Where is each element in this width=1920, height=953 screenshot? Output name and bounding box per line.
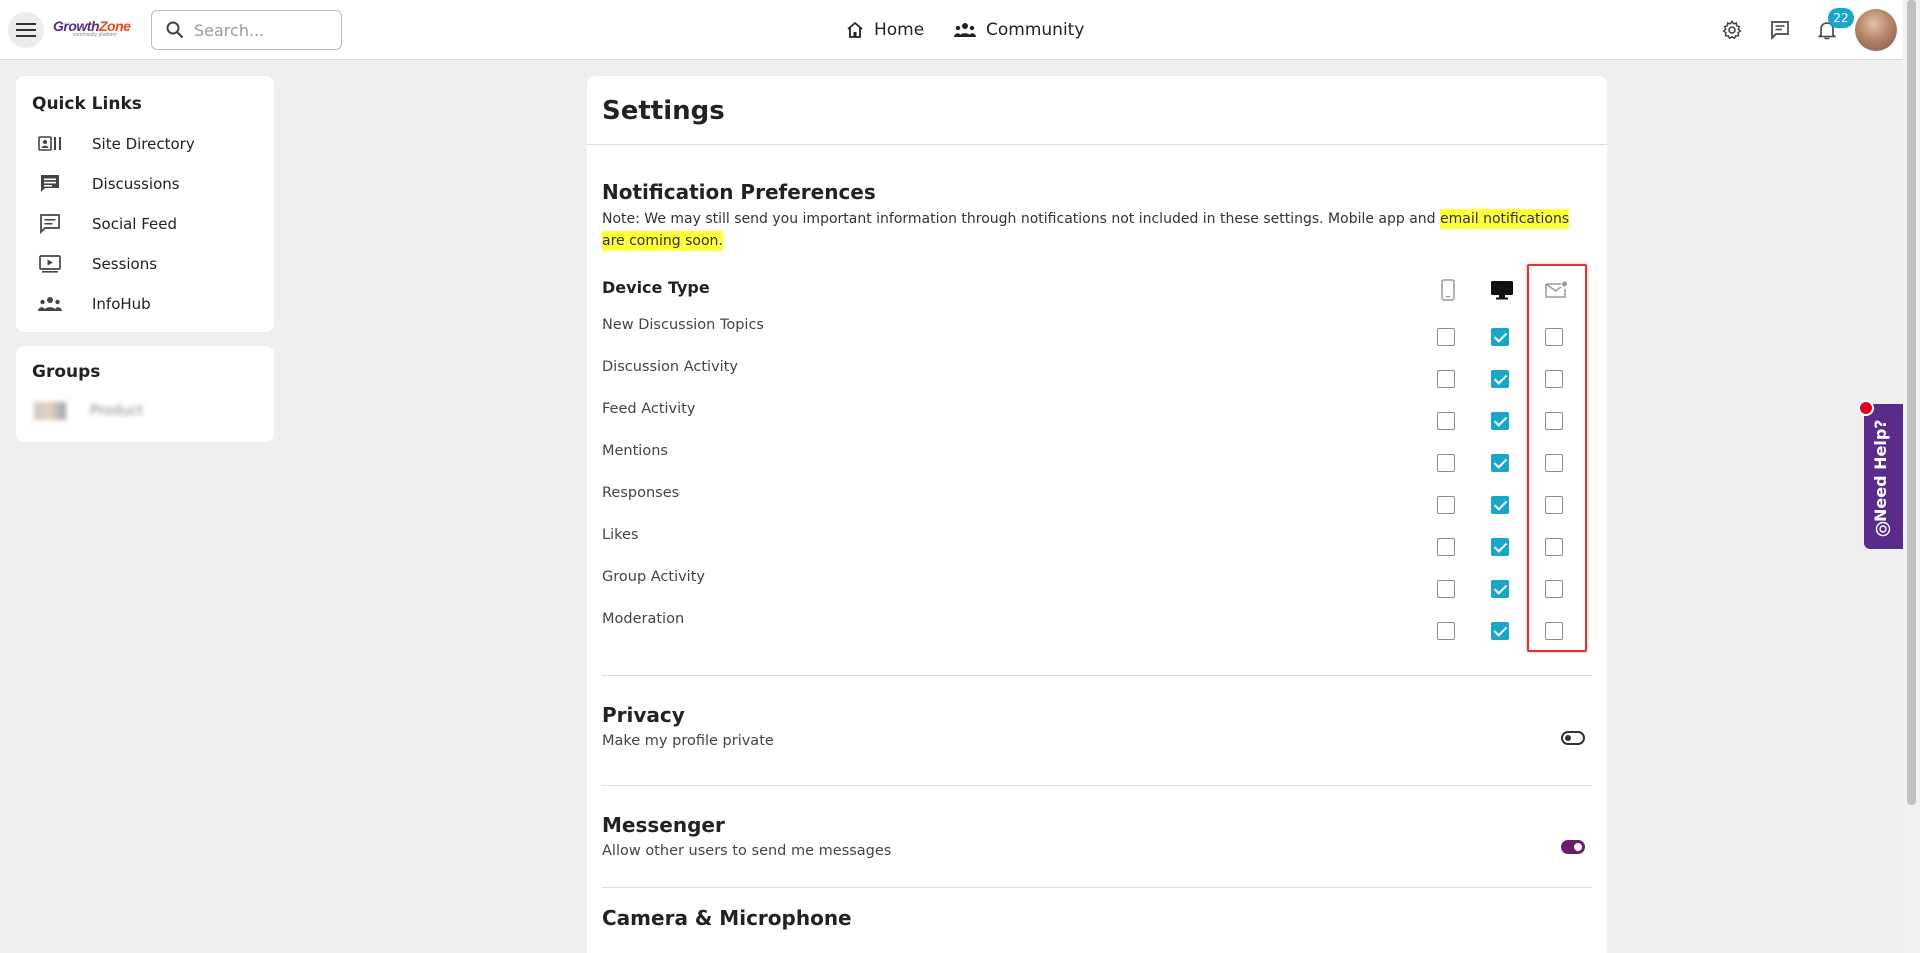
mobile-icon <box>1435 277 1461 303</box>
mobile-checkbox[interactable] <box>1437 538 1455 556</box>
nav-community[interactable]: Community <box>954 0 1084 60</box>
quick-links-card: Quick Links Site Directory Discussions S… <box>16 76 274 332</box>
groups-title: Groups <box>32 362 101 382</box>
top-bar: GrowthZone community platform Home Commu… <box>0 0 1903 60</box>
search-input[interactable] <box>194 20 324 40</box>
messenger-title: Messenger <box>602 813 725 837</box>
quick-link-sessions[interactable]: Sessions <box>38 246 258 282</box>
section-divider <box>602 785 1592 786</box>
support-icon <box>1875 521 1891 537</box>
desktop-checkbox[interactable] <box>1491 370 1509 388</box>
messages-button[interactable] <box>1766 16 1794 44</box>
desktop-checkbox[interactable] <box>1491 328 1509 346</box>
discussions-icon <box>38 172 62 196</box>
title-divider <box>587 144 1607 145</box>
desktop-checkbox[interactable] <box>1491 454 1509 472</box>
menu-button[interactable] <box>8 12 44 48</box>
need-help-label: Need Help? <box>1871 419 1890 522</box>
quick-link-label: Site Directory <box>92 135 195 153</box>
privacy-title: Privacy <box>602 703 685 727</box>
section-divider <box>602 675 1592 676</box>
notification-row-label: New Discussion Topics <box>602 317 764 333</box>
gear-icon <box>1722 20 1742 40</box>
messenger-description: Allow other users to send me messages <box>602 843 892 859</box>
quick-link-label: InfoHub <box>92 295 151 313</box>
quick-link-label: Discussions <box>92 175 180 193</box>
page-scrollbar-thumb[interactable] <box>1907 0 1916 805</box>
community-icon <box>954 23 976 37</box>
group-thumbnail <box>34 402 66 420</box>
nav-community-label: Community <box>986 20 1085 40</box>
notification-row-label: Likes <box>602 527 639 543</box>
settings-panel: Settings Notification Preferences Note: … <box>587 76 1607 953</box>
mobile-checkbox[interactable] <box>1437 370 1455 388</box>
quick-link-discussions[interactable]: Discussions <box>38 166 258 202</box>
social-feed-icon <box>38 212 62 236</box>
hamburger-icon <box>16 23 36 37</box>
note-text: Note: We may still send you important in… <box>602 211 1441 227</box>
desktop-checkbox[interactable] <box>1491 412 1509 430</box>
group-label: Product <box>90 403 144 419</box>
notification-count-badge: 22 <box>1828 8 1854 28</box>
mobile-checkbox[interactable] <box>1437 622 1455 640</box>
settings-button[interactable] <box>1718 16 1746 44</box>
quick-link-label: Social Feed <box>92 215 178 233</box>
mobile-checkbox[interactable] <box>1437 412 1455 430</box>
quick-link-social-feed[interactable]: Social Feed <box>38 206 258 242</box>
directory-icon <box>38 132 62 156</box>
group-item[interactable]: Product <box>34 402 143 420</box>
mobile-checkbox[interactable] <box>1437 580 1455 598</box>
notification-row-label: Responses <box>602 485 680 501</box>
mobile-checkbox[interactable] <box>1437 496 1455 514</box>
growthzone-logo[interactable]: GrowthZone community platform <box>53 18 133 42</box>
mobile-checkbox[interactable] <box>1437 454 1455 472</box>
desktop-checkbox[interactable] <box>1491 580 1509 598</box>
device-type-label: Device Type <box>602 278 710 297</box>
page-title: Settings <box>602 96 725 126</box>
privacy-description: Make my profile private <box>602 733 774 749</box>
infohub-icon <box>38 292 62 316</box>
sessions-icon <box>38 252 62 276</box>
home-icon <box>847 21 863 38</box>
quick-link-label: Sessions <box>92 255 158 273</box>
user-avatar[interactable] <box>1855 9 1897 51</box>
section-divider <box>602 887 1592 888</box>
search-box[interactable] <box>151 10 342 50</box>
need-help-widget[interactable]: Need Help? <box>1858 400 1903 549</box>
mobile-checkbox[interactable] <box>1437 328 1455 346</box>
groups-card: Groups Product <box>16 346 274 442</box>
email-column-highlight <box>1527 264 1587 652</box>
notification-row-label: Feed Activity <box>602 401 696 417</box>
notification-row-label: Discussion Activity <box>602 359 738 375</box>
quick-link-infohub[interactable]: InfoHub <box>38 286 258 322</box>
desktop-checkbox[interactable] <box>1491 538 1509 556</box>
search-icon <box>166 21 184 39</box>
alert-dot <box>1858 400 1874 416</box>
camera-microphone-title: Camera & Microphone <box>602 906 852 930</box>
privacy-toggle[interactable] <box>1561 731 1585 745</box>
nav-home[interactable]: Home <box>846 0 924 60</box>
quick-links-title: Quick Links <box>32 94 142 114</box>
quick-link-site-directory[interactable]: Site Directory <box>38 126 258 162</box>
nav-home-label: Home <box>874 20 925 40</box>
desktop-checkbox[interactable] <box>1491 496 1509 514</box>
messenger-toggle[interactable] <box>1561 840 1585 854</box>
desktop-checkbox[interactable] <box>1491 622 1509 640</box>
notification-note: Note: We may still send you important in… <box>602 208 1592 252</box>
notification-row-label: Mentions <box>602 443 668 459</box>
notification-preferences-title: Notification Preferences <box>602 180 876 204</box>
chat-icon <box>1771 21 1789 40</box>
desktop-icon <box>1489 277 1515 303</box>
notification-row-label: Group Activity <box>602 569 705 585</box>
notification-row-label: Moderation <box>602 611 685 627</box>
